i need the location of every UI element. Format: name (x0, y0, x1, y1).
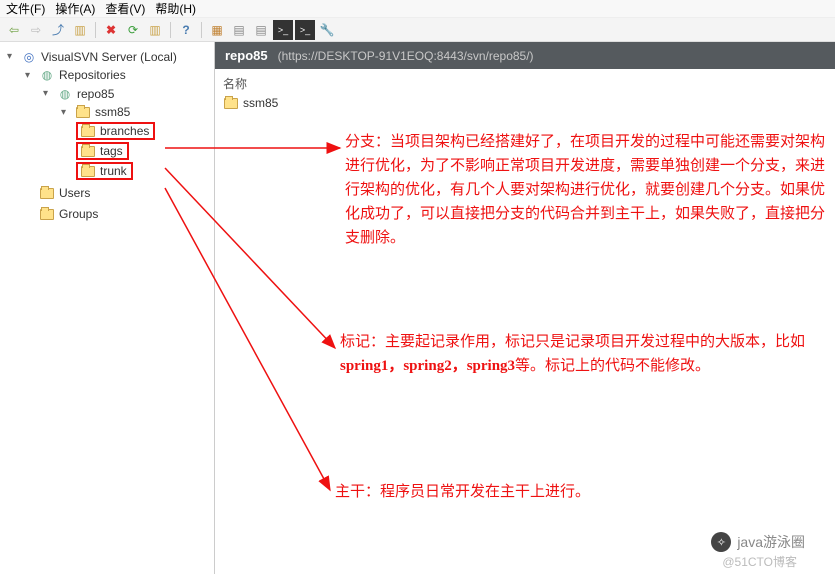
expand-icon: ▾ (7, 51, 17, 62)
list-item[interactable]: ssm85 (215, 94, 835, 112)
menu-view[interactable]: 查看(V) (105, 0, 145, 17)
folder-icon (75, 105, 91, 119)
wechat-icon: ✧ (711, 532, 731, 552)
refresh-button[interactable]: ⟳ (123, 20, 143, 40)
content-titlebar: repo85 (https://DESKTOP-91V1EOQ:8443/svn… (215, 42, 835, 69)
content-title: repo85 (225, 48, 268, 63)
annotation-tags: 标记：主要起记录作用，标记只是记录项目开发过程中的大版本，比如spring1，s… (340, 330, 825, 378)
tree-root-label: VisualSVN Server (Local) (41, 50, 177, 64)
tree-users[interactable]: Users (22, 185, 93, 201)
annotation-trunk: 主干：程序员日常开发在主干上进行。 (335, 480, 815, 504)
delete-button[interactable]: ✖ (101, 20, 121, 40)
tree-repositories[interactable]: ▾ ◍ Repositories (22, 67, 129, 83)
folder-icon (39, 207, 55, 221)
folder-icon (80, 164, 96, 178)
tree-repo-label: repo85 (77, 87, 114, 101)
tree-project-label: ssm85 (95, 105, 130, 119)
tool-button[interactable]: 🔧 (317, 20, 337, 40)
folder-icon (223, 96, 239, 110)
tree-project[interactable]: ▾ ssm85 (58, 104, 133, 120)
folder-icon (39, 186, 55, 200)
tree-repositories-label: Repositories (59, 68, 126, 82)
expand-icon: ▾ (61, 107, 71, 118)
tree-branches-label: branches (100, 124, 149, 138)
nav-forward-button[interactable]: ⇨ (26, 20, 46, 40)
tree-repo[interactable]: ▾ ◍ repo85 (40, 86, 117, 102)
ext3-button[interactable]: ▤ (251, 20, 271, 40)
folder-button[interactable]: ▥ (70, 20, 90, 40)
tree-tags-label: tags (100, 144, 123, 158)
toolbar: ⇦ ⇨ ⤴ ▥ ✖ ⟳ ▥ ? ▦ ▤ ▤ >_ >_ 🔧 (0, 18, 835, 42)
expand-icon: ▾ (25, 70, 35, 81)
tree-tags[interactable]: tags (76, 142, 129, 160)
menu-help[interactable]: 帮助(H) (155, 0, 196, 17)
folder2-button[interactable]: ▥ (145, 20, 165, 40)
console2-button[interactable]: >_ (295, 20, 315, 40)
nav-back-button[interactable]: ⇦ (4, 20, 24, 40)
ext2-button[interactable]: ▤ (229, 20, 249, 40)
tree-trunk-label: trunk (100, 164, 127, 178)
menu-file[interactable]: 文件(F) (6, 0, 45, 17)
tree-groups[interactable]: Groups (22, 206, 101, 222)
list-header[interactable]: 名称 (215, 69, 835, 94)
repo-icon: ◍ (57, 87, 73, 101)
watermark-wechat: ✧ java游泳圈 (711, 532, 805, 552)
tree-trunk[interactable]: trunk (76, 162, 133, 180)
tree-branches[interactable]: branches (76, 122, 155, 140)
tree-users-label: Users (59, 186, 90, 200)
toolbar-separator (95, 22, 96, 38)
tree-groups-label: Groups (59, 207, 98, 221)
menu-operate[interactable]: 操作(A) (55, 0, 95, 17)
help-button[interactable]: ? (176, 20, 196, 40)
list-item-label: ssm85 (243, 96, 278, 110)
ext1-button[interactable]: ▦ (207, 20, 227, 40)
console1-button[interactable]: >_ (273, 20, 293, 40)
annotation-branches: 分支：当项目架构已经搭建好了，在项目开发的过程中可能还需要对架构进行优化，为了不… (345, 130, 825, 250)
nav-up-button[interactable]: ⤴ (48, 20, 68, 40)
expand-icon: ▾ (43, 88, 53, 99)
tree-root[interactable]: ▾ ◎ VisualSVN Server (Local) (4, 49, 180, 65)
repositories-icon: ◍ (39, 68, 55, 82)
folder-icon (80, 144, 96, 158)
content-url: (https://DESKTOP-91V1EOQ:8443/svn/repo85… (278, 49, 534, 63)
toolbar-separator (170, 22, 171, 38)
sidebar-tree: ▾ ◎ VisualSVN Server (Local) ▾ ◍ Reposit… (0, 42, 215, 574)
folder-icon (80, 124, 96, 138)
server-icon: ◎ (21, 50, 37, 64)
toolbar-separator (201, 22, 202, 38)
watermark-source: @51CTO博客 (722, 553, 797, 570)
menu-bar: 文件(F) 操作(A) 查看(V) 帮助(H) (0, 0, 835, 18)
